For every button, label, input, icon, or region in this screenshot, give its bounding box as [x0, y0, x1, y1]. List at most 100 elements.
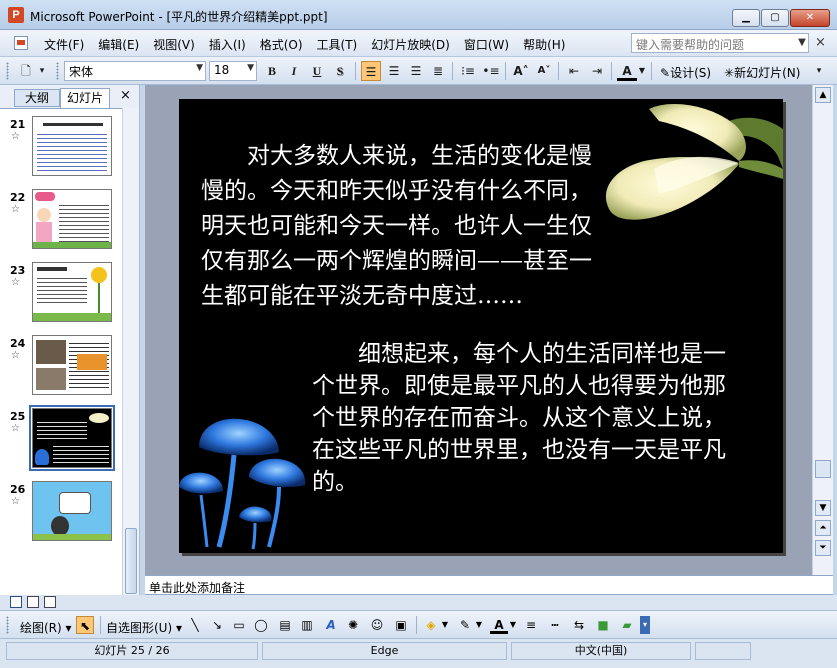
autoshapes-menu-button[interactable]: 自选图形(U) ▾ — [106, 619, 182, 636]
increase-indent-icon[interactable]: ⇥ — [587, 61, 607, 81]
toolbar-grip[interactable] — [6, 62, 9, 80]
maximize-button[interactable]: ▢ — [761, 9, 789, 27]
scroll-down-icon[interactable]: ▼ — [815, 500, 831, 516]
slide-number: 25 — [10, 410, 26, 423]
tab-outline[interactable]: 大纲 — [14, 89, 60, 107]
panel-close-icon[interactable]: × — [120, 88, 131, 103]
animation-star-icon: ☆ — [11, 423, 20, 434]
slide-number: 22 — [10, 191, 26, 204]
decrease-font-icon[interactable]: A˅ — [534, 61, 554, 81]
menu-tools[interactable]: 工具(T) — [317, 36, 358, 53]
toolbar-separator — [355, 62, 356, 80]
scrollbar-thumb[interactable] — [125, 528, 137, 594]
fill-color-icon[interactable]: ◈ — [422, 616, 440, 634]
font-color-icon[interactable]: A — [490, 616, 508, 634]
chevron-down-icon[interactable]: ▼ — [637, 61, 647, 81]
dash-style-icon[interactable]: ┅ — [546, 616, 564, 634]
line-color-icon[interactable]: ✎ — [456, 616, 474, 634]
text-box-icon[interactable]: ▤ — [276, 616, 294, 634]
toolbar-options-icon[interactable]: ▾ — [812, 61, 826, 81]
diagram-icon[interactable]: ✺ — [344, 616, 362, 634]
new-document-icon[interactable]: 🗋 — [16, 61, 36, 81]
align-center-icon[interactable]: ☰ — [384, 61, 404, 81]
chevron-down-icon[interactable]: ▼ — [474, 616, 484, 634]
menu-window[interactable]: 窗口(W) — [464, 36, 509, 53]
arrow-style-icon[interactable]: ⇆ — [570, 616, 588, 634]
3d-style-icon[interactable]: ▰ — [618, 616, 636, 634]
italic-button[interactable]: I — [284, 61, 304, 81]
slide-thumbnail-26[interactable]: 26 ☆ — [0, 479, 122, 543]
slide-thumbnail-23[interactable]: 23 ☆ — [0, 260, 122, 324]
slide-thumbnail-24[interactable]: 24 ☆ — [0, 333, 122, 397]
slide-thumbnail-21[interactable]: 21 ☆ — [0, 114, 122, 178]
toolbar-grip[interactable] — [6, 616, 9, 634]
picture-icon[interactable]: ▣ — [392, 616, 410, 634]
shadow-style-icon[interactable]: ■ — [594, 616, 612, 634]
align-left-icon[interactable]: ☰ — [361, 61, 381, 81]
current-slide[interactable]: 对大多数人来说，生活的变化是慢慢的。今天和昨天似乎没有什么不同，明天也可能和今天… — [179, 99, 783, 553]
chevron-down-icon[interactable]: ▼ — [440, 616, 450, 634]
slideshow-view-icon[interactable] — [44, 596, 56, 608]
slide-thumbnail-22[interactable]: 22 ☆ — [0, 187, 122, 251]
decrease-indent-icon[interactable]: ⇤ — [564, 61, 584, 81]
font-size-select[interactable]: 18 ▼ — [209, 61, 257, 81]
font-name-select[interactable]: 宋体 ▼ — [64, 61, 206, 81]
bold-button[interactable]: B — [262, 61, 282, 81]
clip-art-icon[interactable]: ☺ — [368, 616, 386, 634]
toolbar-options-icon[interactable]: ▾ — [36, 61, 48, 81]
slide-sorter-view-icon[interactable] — [27, 596, 39, 608]
toolbar-separator — [651, 62, 652, 80]
menu-insert[interactable]: 插入(I) — [209, 36, 246, 53]
underline-button[interactable]: U — [307, 61, 327, 81]
menu-help[interactable]: 帮助(H) — [523, 36, 565, 53]
document-icon[interactable] — [14, 36, 28, 50]
help-dropdown-icon[interactable]: ▼ — [795, 33, 809, 53]
line-icon[interactable]: ╲ — [186, 616, 204, 634]
powerpoint-app-icon[interactable]: P — [8, 7, 24, 23]
notes-input[interactable]: 单击此处添加备注 — [145, 575, 833, 595]
slide-scrollbar[interactable]: ▲ ▼ ⏶ ⏷ — [812, 85, 833, 575]
arrow-icon[interactable]: ↘ — [208, 616, 226, 634]
menu-slideshow[interactable]: 幻灯片放映(D) — [371, 36, 450, 53]
oval-icon[interactable]: ◯ — [252, 616, 270, 634]
increase-font-icon[interactable]: A˄ — [511, 61, 531, 81]
tab-slides[interactable]: 幻灯片 — [60, 88, 110, 108]
vertical-text-box-icon[interactable]: ▥ — [298, 616, 316, 634]
chevron-down-icon[interactable]: ▼ — [508, 616, 518, 634]
next-slide-icon[interactable]: ⏷ — [815, 540, 831, 556]
numbering-icon[interactable]: ⁝≡ — [458, 61, 478, 81]
mushroom-image — [179, 418, 306, 550]
normal-view-icon[interactable] — [10, 596, 22, 608]
toolbar-options-icon[interactable]: ▾ — [640, 616, 650, 634]
wordart-icon[interactable]: A — [322, 616, 340, 634]
line-style-icon[interactable]: ≡ — [522, 616, 540, 634]
menu-format[interactable]: 格式(O) — [260, 36, 303, 53]
help-search-input[interactable]: 键入需要帮助的问题 — [631, 33, 809, 53]
justify-icon[interactable]: ≣ — [428, 61, 448, 81]
align-right-icon[interactable]: ☰ — [406, 61, 426, 81]
scroll-up-icon[interactable]: ▲ — [815, 87, 831, 103]
close-button[interactable]: ✕ — [790, 9, 830, 27]
chevron-down-icon: ▼ — [247, 63, 254, 73]
thumbnail-scrollbar[interactable] — [122, 108, 139, 595]
menu-edit[interactable]: 编辑(E) — [98, 36, 139, 53]
slide-paragraph-2[interactable]: 细想起来，每个人的生活同样也是一个世界。即使是最平凡的人也得要为他那个世界的存在… — [312, 338, 744, 498]
menu-view[interactable]: 视图(V) — [153, 36, 195, 53]
toolbar-separator — [611, 62, 612, 80]
draw-menu-button[interactable]: 绘图(R) ▾ — [20, 619, 72, 636]
minimize-button[interactable]: ▁ — [732, 9, 760, 27]
bullets-icon[interactable]: •≡ — [481, 61, 501, 81]
slide-paragraph-1[interactable]: 对大多数人来说，生活的变化是慢慢的。今天和昨天似乎没有什么不同，明天也可能和今天… — [201, 139, 605, 314]
rectangle-icon[interactable]: ▭ — [230, 616, 248, 634]
slide-thumbnail-25[interactable]: 25 ☆ — [0, 405, 122, 471]
design-button[interactable]: ✎设计(S) — [660, 64, 711, 81]
new-slide-button[interactable]: ✳新幻灯片(N) — [724, 64, 800, 81]
select-objects-icon[interactable]: ⬉ — [76, 616, 94, 634]
menu-file[interactable]: 文件(F) — [44, 36, 84, 53]
scrollbar-thumb[interactable] — [815, 460, 831, 478]
shadow-button[interactable]: S — [330, 61, 350, 81]
font-color-icon[interactable]: A — [617, 61, 637, 81]
toolbar-grip[interactable] — [56, 62, 59, 80]
previous-slide-icon[interactable]: ⏶ — [815, 520, 831, 536]
document-close-icon[interactable]: × — [815, 35, 826, 50]
